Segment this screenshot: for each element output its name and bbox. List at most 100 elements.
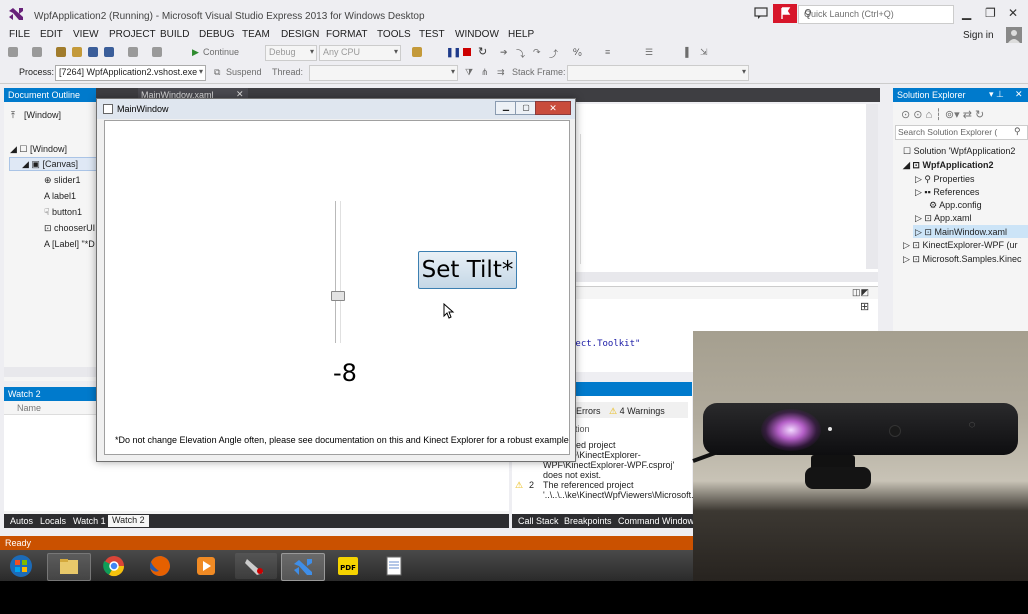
minimize-icon[interactable]: ▁ (962, 6, 971, 20)
tab-call-stack[interactable]: Call Stack (518, 516, 559, 526)
menu-window[interactable]: WINDOW (455, 29, 499, 40)
tab-breakpoints[interactable]: Breakpoints (564, 516, 612, 526)
show-next-statement-icon[interactable]: ➔ (500, 47, 508, 58)
outline-item-slider[interactable]: ⊕ slider1 (44, 175, 81, 186)
thread-select[interactable]: ▾ (309, 65, 458, 81)
step-into-icon[interactable]: ⤵ (516, 47, 525, 60)
continue-icon[interactable]: ▶ (192, 47, 199, 58)
outline-item-button[interactable]: ☟ button1 (44, 207, 82, 218)
minimize-icon[interactable]: ▁ (495, 101, 517, 115)
menu-file[interactable]: FILE (9, 29, 30, 40)
outline-scope-label[interactable]: [Window] (24, 110, 61, 120)
stack-frame-icon[interactable]: ⇉ (497, 67, 505, 78)
threads-icon[interactable]: ⋔ (481, 67, 489, 78)
menu-build[interactable]: BUILD (160, 29, 189, 40)
project-node[interactable]: ◢ ⊡ WpfApplication2 (903, 160, 993, 171)
format-icon[interactable]: ≡ (605, 47, 610, 57)
sign-in-link[interactable]: Sign in (963, 30, 994, 41)
app-config-node[interactable]: ⚙ App.config (929, 200, 982, 211)
tilt-slider-track[interactable] (335, 201, 341, 343)
zoom-in-icon[interactable]: ⊞ (860, 300, 869, 313)
close-icon[interactable]: ✕ (535, 101, 571, 115)
menu-help[interactable]: HELP (508, 29, 534, 40)
taskbar-pdf-icon[interactable]: PDF (327, 553, 369, 579)
outline-item-note-label[interactable]: A [Label] "*D (44, 239, 95, 249)
start-button[interactable] (2, 553, 40, 579)
solution-toolbar-icons[interactable]: ⊙ ⊙ ⌂ ┆ ⊚▾ ⇄ ↻ (901, 108, 984, 121)
redo-icon[interactable] (152, 47, 162, 57)
open-file-icon[interactable] (72, 47, 82, 57)
feedback-flag-icon[interactable] (773, 4, 797, 23)
solution-node[interactable]: ☐ Solution 'WpfApplication2 (903, 146, 1015, 157)
outline-scope-icon[interactable]: ⤒ (11, 110, 15, 121)
new-project-icon[interactable] (56, 47, 66, 57)
step-over-icon[interactable]: ↷ (533, 47, 541, 58)
find-in-files-icon[interactable] (412, 47, 422, 57)
warnings-filter-button[interactable]: ⚠ 4 Warnings (609, 406, 665, 417)
restart-icon[interactable]: ↻ (478, 45, 487, 58)
outline-item-label1[interactable]: A label1 (44, 191, 76, 201)
comment-icon[interactable]: ☰ (645, 47, 653, 58)
menu-debug[interactable]: DEBUG (199, 29, 235, 40)
maximize-icon[interactable]: ▢ (515, 101, 537, 115)
references-node[interactable]: ▷ ▪▪ References (915, 187, 979, 198)
set-tilt-button[interactable]: Set Tilt* (418, 251, 517, 289)
taskbar-notepad-icon[interactable] (373, 553, 415, 579)
suspend-button[interactable]: Suspend (226, 67, 262, 77)
menu-project[interactable]: PROJECT (109, 29, 156, 40)
outline-item-canvas[interactable]: ◢ ▣ [Canvas] (22, 159, 78, 170)
save-all-icon[interactable] (104, 47, 114, 57)
stack-frame-select[interactable]: ▾ (567, 65, 749, 81)
suspend-icon[interactable]: ⧉ (214, 67, 220, 78)
process-select[interactable]: [7264] WpfApplication2.vshost.exe ▾ (55, 65, 206, 81)
menu-format[interactable]: FORMAT (326, 29, 367, 40)
menu-team[interactable]: TEAM (242, 29, 270, 40)
solution-search-input[interactable]: Search Solution Explorer ( ⚲ (895, 125, 1028, 140)
stop-debugging-icon[interactable] (463, 48, 471, 56)
tab-command-window[interactable]: Command Window (618, 516, 694, 526)
close-icon[interactable]: ✕ (1008, 6, 1018, 20)
pin-icon[interactable]: ▾ ⊥ (989, 89, 1004, 100)
close-icon[interactable]: ✕ (1015, 89, 1023, 100)
tab-watch-1[interactable]: Watch 1 (73, 516, 106, 526)
tab-locals[interactable]: Locals (40, 516, 66, 526)
menu-design[interactable]: DESIGN (281, 29, 319, 40)
menu-edit[interactable]: EDIT (40, 29, 63, 40)
split-view-icon[interactable]: ◫◩ (852, 287, 869, 298)
quick-launch-input[interactable]: Quick Launch (Ctrl+Q) ⚲ (798, 5, 954, 24)
undo-icon[interactable] (128, 47, 138, 57)
taskbar-firefox-icon[interactable] (139, 553, 181, 579)
taskbar-snipping-tool-icon[interactable] (235, 553, 277, 579)
taskbar-visual-studio-icon[interactable] (281, 553, 325, 581)
kinect-explorer-node[interactable]: ▷ ⊡ KinectExplorer-WPF (ur (903, 240, 1018, 251)
kinect-samples-node[interactable]: ▷ ⊡ Microsoft.Samples.Kinec (903, 254, 1022, 265)
outline-item-chooser[interactable]: ⊡ chooserUI (44, 223, 95, 234)
taskbar-media-player-icon[interactable] (185, 553, 227, 579)
hex-display-icon[interactable]: ⁰⁄₀ (573, 47, 582, 58)
continue-button[interactable]: Continue (203, 47, 239, 57)
errors-filter-button[interactable]: Errors (576, 406, 601, 416)
menu-view[interactable]: VIEW (73, 29, 99, 40)
app-xaml-node[interactable]: ▷ ⊡ App.xaml (915, 213, 972, 224)
filter-icon[interactable]: ⧩ (465, 67, 473, 78)
avatar[interactable] (1006, 27, 1022, 43)
tab-watch-2[interactable]: Watch 2 (108, 515, 149, 527)
menu-test[interactable]: TEST (419, 29, 445, 40)
notifications-icon[interactable] (754, 7, 768, 19)
restore-icon[interactable]: ❐ (985, 6, 996, 20)
outline-item-window[interactable]: ◢ ☐ [Window] (10, 144, 67, 155)
error-row[interactable]: The referenced project '..\..\..\ke\Kine… (543, 480, 802, 500)
navigate-back-icon[interactable] (8, 47, 18, 57)
outline-horizontal-scrollbar[interactable] (4, 367, 96, 377)
properties-node[interactable]: ▷ ⚲ Properties (915, 174, 975, 185)
tilt-slider-thumb[interactable] (331, 291, 345, 301)
bookmark-next-icon[interactable]: ⇲ (700, 47, 708, 58)
break-all-icon[interactable]: ❚❚ (446, 47, 461, 58)
solution-configuration-select[interactable]: Debug ▾ (265, 45, 317, 61)
bookmark-icon[interactable]: ▐ (682, 47, 688, 57)
step-out-icon[interactable]: ⤴ (549, 47, 558, 60)
save-icon[interactable] (88, 47, 98, 57)
navigate-forward-icon[interactable] (32, 47, 42, 57)
taskbar-chrome-icon[interactable] (93, 553, 135, 579)
mainwindow-xaml-node[interactable]: ▷ ⊡ MainWindow.xaml (915, 227, 1007, 238)
